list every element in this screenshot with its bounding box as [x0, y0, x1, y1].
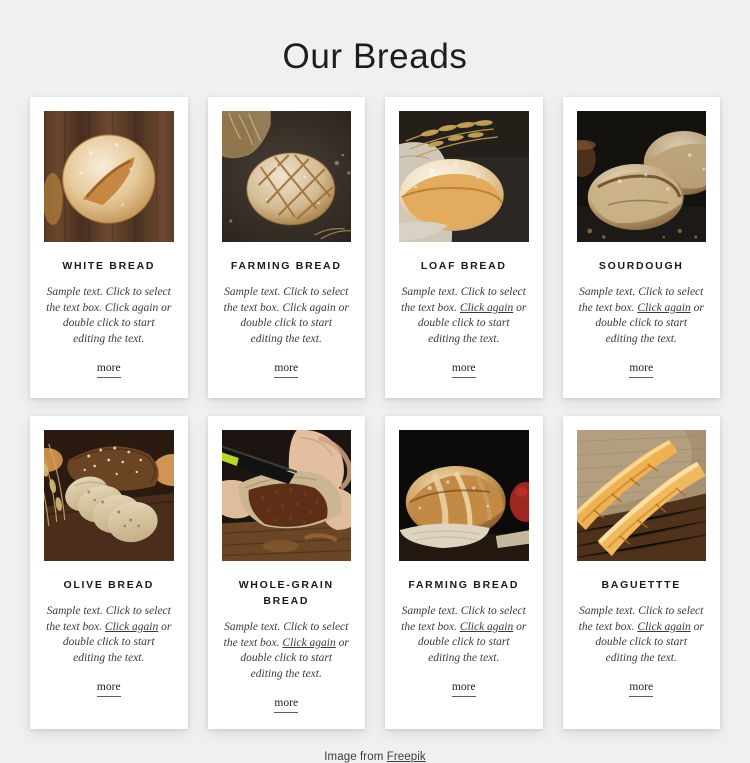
click-again-link[interactable]: Click again — [105, 302, 158, 314]
farming-bread-round-loaf-on-wooden-board-image — [399, 430, 529, 561]
card-title: Loaf Bread — [420, 260, 507, 272]
image-credit: Image from Freepik — [0, 729, 750, 763]
more-link[interactable]: more — [96, 681, 121, 697]
more-link[interactable]: more — [274, 362, 299, 378]
baguettes-on-burlap-and-wooden-table-image — [576, 430, 706, 561]
sourdough-rustic-loaves-on-black-background-image — [576, 111, 706, 242]
bread-card[interactable]: Farming Bread Sample text. Click to sele… — [207, 97, 365, 398]
click-again-link[interactable]: Click again — [282, 302, 335, 314]
card-description: Sample text. Click to select the text bo… — [222, 620, 352, 682]
more-link[interactable]: more — [451, 362, 476, 378]
card-description: Sample text. Click to select the text bo… — [222, 285, 352, 347]
more-link[interactable]: more — [629, 362, 654, 378]
farming-bread-scored-loaf-with-burlap-sack-image — [221, 111, 351, 242]
white-bread-illustration — [44, 111, 174, 242]
olive-bread-illustration — [44, 430, 174, 561]
card-description: Sample text. Click to select the text bo… — [44, 285, 174, 347]
click-again-link[interactable]: Click again — [105, 621, 158, 633]
loaf-bread-illustration — [399, 111, 529, 242]
baguettte-illustration — [576, 430, 706, 561]
card-title: White Bread — [62, 260, 156, 272]
freepik-link[interactable]: Freepik — [387, 751, 426, 763]
more-link[interactable]: more — [451, 681, 476, 697]
card-title: Sourdough — [598, 260, 684, 272]
card-title: Farming Bread — [408, 579, 520, 591]
click-again-link[interactable]: Click again — [460, 621, 513, 633]
page-root: Our Breads WHITE BREAD Sample text. Clic… — [0, 0, 750, 763]
click-again-link[interactable]: Click again — [637, 621, 690, 633]
white-bread-round-loaf-on-dark-wood-image — [44, 111, 174, 242]
loaf-bread-with-wheat-ears-on-dark-slate-image — [399, 111, 529, 242]
card-description: Sample text. Click to select the text bo… — [44, 604, 174, 666]
click-again-link[interactable]: Click again — [282, 637, 335, 649]
bread-cards-grid: White Bread Sample text. Click to select… — [0, 79, 750, 729]
card-description: Sample text. Click to select the text bo… — [577, 285, 707, 347]
farming-bread-round-illustration — [399, 430, 529, 561]
image-credit-prefix: Image from — [324, 751, 387, 763]
card-title: Baguettte — [601, 579, 681, 591]
card-title: Farming Bread — [230, 260, 342, 272]
farming-bread-illustration — [221, 111, 351, 242]
card-title: Olive Bread — [63, 579, 154, 591]
olive-bread-sliced-seeded-loaf-on-board-image — [44, 430, 174, 561]
bread-card[interactable]: Loaf Bread Sample text. Click to select … — [385, 97, 543, 398]
sourdough-illustration — [576, 111, 706, 242]
card-description: Sample text. Click to select the text bo… — [399, 604, 529, 666]
bread-card[interactable]: White Bread Sample text. Click to select… — [30, 97, 188, 398]
bread-card[interactable]: Whole-grain Bread Sample text. Click to … — [207, 416, 365, 729]
bread-card[interactable]: Baguettte Sample text. Click to select t… — [562, 416, 720, 729]
bread-card[interactable]: Olive Bread Sample text. Click to select… — [30, 416, 188, 729]
more-link[interactable]: more — [629, 681, 654, 697]
click-again-link[interactable]: Click again — [637, 302, 690, 314]
card-description: Sample text. Click to select the text bo… — [399, 285, 529, 347]
card-title: Whole-grain Bread — [238, 579, 334, 607]
page-title: Our Breads — [282, 37, 468, 76]
more-link[interactable]: more — [96, 362, 121, 378]
bread-card[interactable]: Farming Bread Sample text. Click to sele… — [385, 416, 543, 729]
card-description: Sample text. Click to select the text bo… — [577, 604, 707, 666]
bread-card[interactable]: Sourdough Sample text. Click to select t… — [562, 97, 720, 398]
more-link[interactable]: more — [274, 697, 299, 713]
click-again-link[interactable]: Click again — [460, 302, 513, 314]
whole-grain-bread-illustration — [221, 430, 351, 561]
whole-grain-bread-being-sliced-with-knife-image — [221, 430, 351, 561]
